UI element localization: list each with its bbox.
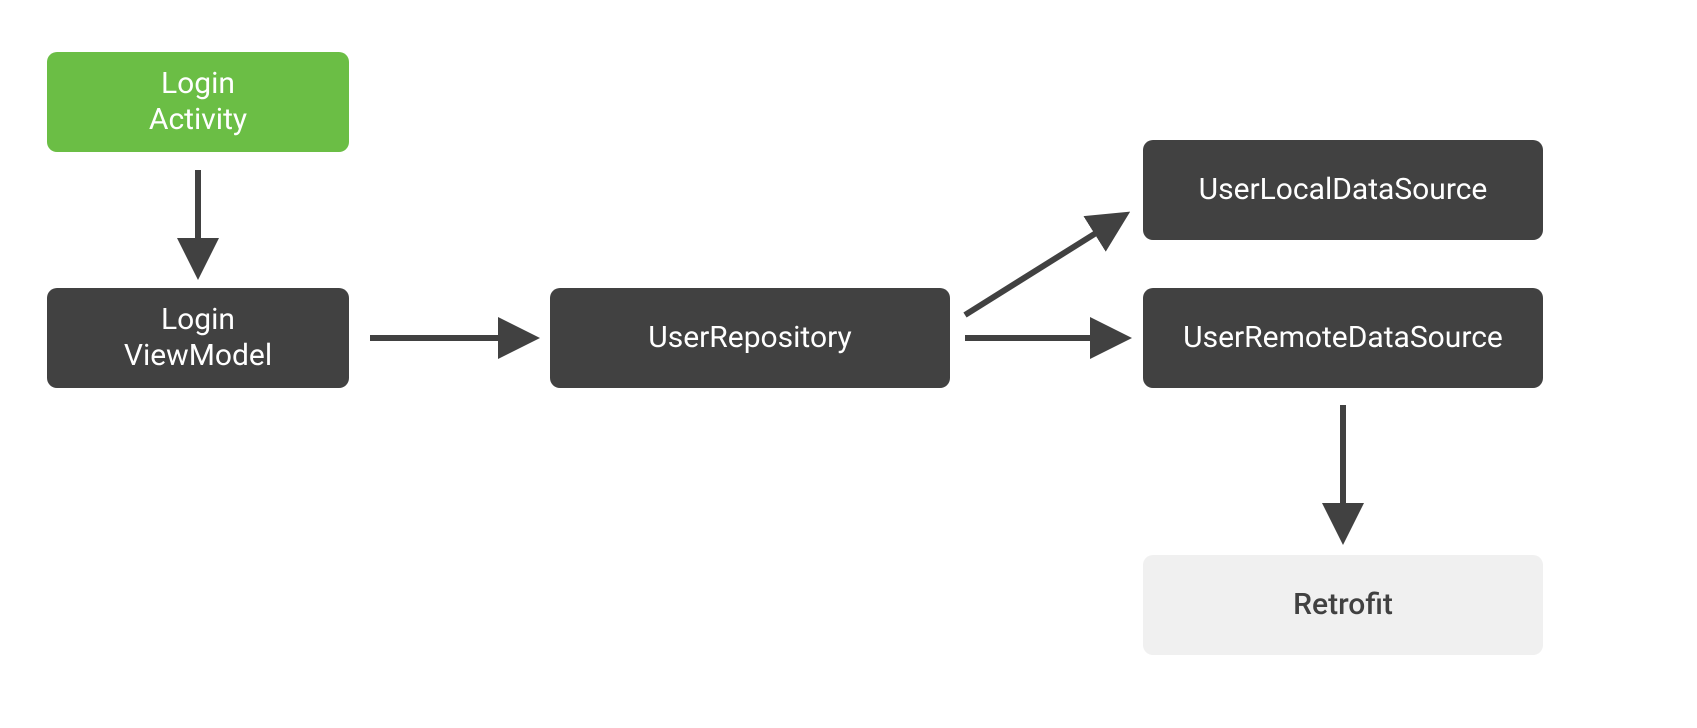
node-login-activity-label: Login Activity [149,66,247,138]
node-user-remote-data-source-label: UserRemoteDataSource [1183,320,1503,356]
node-user-repository: UserRepository [550,288,950,388]
node-user-local-data-source: UserLocalDataSource [1143,140,1543,240]
node-user-remote-data-source: UserRemoteDataSource [1143,288,1543,388]
arrow-user-repository-to-user-local-data-source [965,218,1120,315]
node-login-viewmodel-label: Login ViewModel [124,302,272,374]
node-retrofit: Retrofit [1143,555,1543,655]
node-login-viewmodel: Login ViewModel [47,288,349,388]
node-retrofit-label: Retrofit [1293,587,1393,623]
node-login-activity: Login Activity [47,52,349,152]
node-user-repository-label: UserRepository [648,320,851,356]
node-user-local-data-source-label: UserLocalDataSource [1199,172,1488,208]
